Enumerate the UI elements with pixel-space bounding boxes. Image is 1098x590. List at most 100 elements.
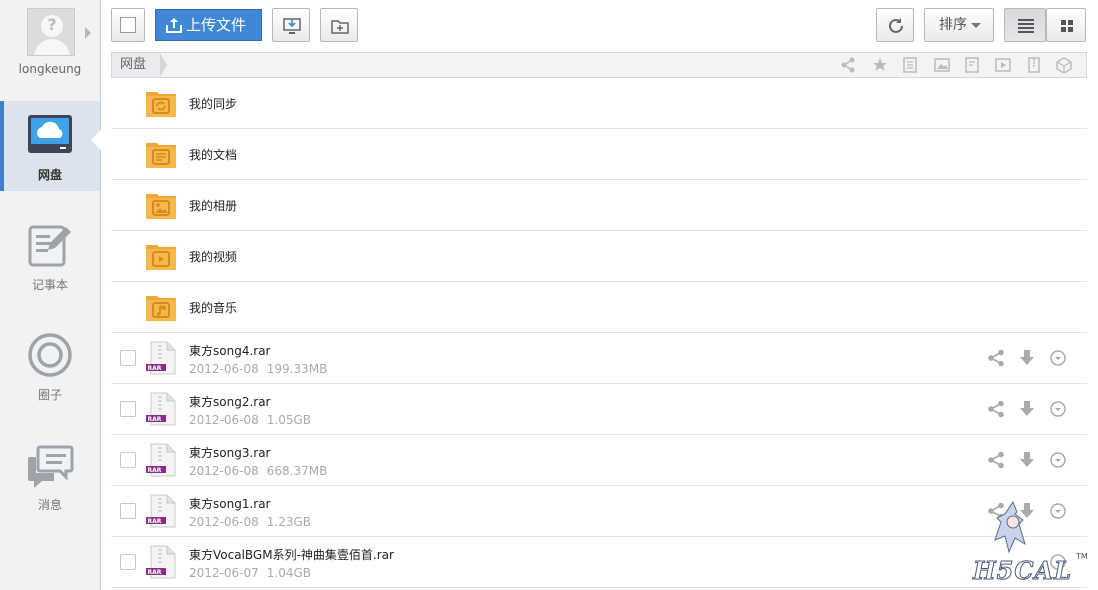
user-profile[interactable]: ? longkeung (0, 0, 100, 86)
file-date: 2012-06-08 (189, 362, 259, 376)
offline-download-button[interactable] (272, 8, 310, 42)
filter-icons (840, 57, 1080, 73)
sort-dropdown[interactable]: 排序 (924, 8, 994, 42)
checkbox-icon (120, 17, 136, 33)
file-checkbox[interactable] (120, 452, 136, 468)
notes-filter-icon[interactable] (964, 57, 980, 73)
folder-row[interactable]: 我的相册 (111, 180, 1087, 231)
share-icon[interactable] (987, 400, 1005, 418)
video-filter-icon[interactable] (995, 57, 1011, 73)
file-checkbox[interactable] (120, 554, 136, 570)
select-all-button[interactable] (111, 8, 145, 42)
toolbar: 上传文件 排序 (101, 0, 1098, 52)
refresh-button[interactable] (876, 8, 914, 42)
message-icon (28, 445, 74, 488)
file-name[interactable]: 東方song4.rar (189, 342, 271, 359)
circle-icon (28, 333, 72, 377)
file-size: 1.05GB (266, 413, 311, 427)
file-name[interactable]: 東方song2.rar (189, 393, 271, 410)
sidebar-item-drive[interactable]: 网盘 (0, 101, 101, 191)
file-row[interactable]: RAR 東方song1.rar 2012-06-08 1.23GB (111, 486, 1087, 537)
sidebar-item-notepad[interactable]: 记事本 (0, 211, 100, 301)
mascot-icon (994, 500, 1026, 554)
grid-view-button[interactable] (1046, 8, 1086, 42)
file-size: 1.04GB (266, 566, 311, 580)
folder-name[interactable]: 我的同步 (189, 95, 237, 112)
file-date: 2012-06-08 (189, 464, 259, 478)
upload-button[interactable]: 上传文件 (155, 9, 262, 41)
file-meta: 2012-06-08 199.33MB (189, 362, 327, 376)
file-row[interactable]: RAR 東方song2.rar 2012-06-08 1.05GB (111, 384, 1087, 435)
download-icon[interactable] (1018, 349, 1036, 367)
file-meta: 2012-06-07 1.04GB (189, 566, 311, 580)
svg-text:RAR: RAR (148, 365, 162, 372)
share-filter-icon[interactable] (840, 57, 856, 73)
watermark-text: H5CAL (973, 556, 1072, 586)
breadcrumb-root[interactable]: 网盘 (112, 53, 168, 77)
other-filter-icon[interactable] (1056, 57, 1072, 73)
file-actions (987, 451, 1067, 471)
file-row[interactable]: RAR 東方VocalBGM系列-神曲集壹佰首.rar 2012-06-07 1.… (111, 537, 1087, 588)
star-filter-icon[interactable] (872, 57, 888, 73)
file-meta: 2012-06-08 1.05GB (189, 413, 311, 427)
share-icon[interactable] (987, 451, 1005, 469)
folder-row[interactable]: 我的视频 (111, 231, 1087, 282)
file-name[interactable]: 東方song1.rar (189, 495, 271, 512)
watermark-logo: H5CAL TM (968, 500, 1093, 586)
rar-file-icon: RAR (146, 494, 176, 528)
folder-name[interactable]: 我的视频 (189, 248, 237, 265)
sidebar-item-circle[interactable]: 圈子 (0, 321, 100, 411)
file-size: 668.37MB (266, 464, 328, 478)
svg-text:RAR: RAR (148, 518, 162, 525)
share-icon[interactable] (987, 349, 1005, 367)
sidebar-item-label: 网盘 (37, 168, 62, 182)
sidebar-item-messages[interactable]: 消息 (0, 431, 100, 521)
chevron-right-icon[interactable] (85, 27, 91, 39)
folder-row[interactable]: 我的音乐 (111, 282, 1087, 333)
list-view-button[interactable] (1004, 8, 1046, 42)
file-date: 2012-06-07 (189, 566, 259, 580)
document-folder-icon (146, 143, 176, 168)
video-folder-icon (146, 245, 176, 270)
image-filter-icon[interactable] (934, 57, 950, 73)
download-icon[interactable] (1018, 451, 1036, 469)
folder-row[interactable]: 我的文档 (111, 129, 1087, 180)
download-to-pc-icon (283, 18, 301, 34)
svg-text:RAR: RAR (148, 467, 162, 474)
download-icon[interactable] (1018, 400, 1036, 418)
chevron-down-icon (971, 23, 981, 28)
folder-name[interactable]: 我的文档 (189, 146, 237, 163)
file-name[interactable]: 東方song3.rar (189, 444, 271, 461)
grid-view-icon (1061, 20, 1073, 32)
file-checkbox[interactable] (120, 401, 136, 417)
username: longkeung (18, 62, 82, 76)
sidebar-item-label: 消息 (37, 498, 62, 512)
new-folder-button[interactable] (320, 8, 358, 42)
more-options-icon[interactable] (1049, 349, 1067, 367)
file-date: 2012-06-08 (189, 515, 259, 529)
file-name[interactable]: 東方VocalBGM系列-神曲集壹佰首.rar (189, 546, 394, 563)
file-meta: 2012-06-08 1.23GB (189, 515, 311, 529)
notepad-icon (28, 225, 71, 267)
document-filter-icon[interactable] (902, 57, 918, 73)
file-row[interactable]: RAR 東方song4.rar 2012-06-08 199.33MB (111, 333, 1087, 384)
rar-file-icon: RAR (146, 443, 176, 477)
folder-name[interactable]: 我的音乐 (189, 299, 237, 316)
more-options-icon[interactable] (1049, 400, 1067, 418)
upload-icon (166, 18, 182, 33)
avatar[interactable]: ? (27, 8, 75, 56)
folder-name[interactable]: 我的相册 (189, 197, 237, 214)
file-checkbox[interactable] (120, 503, 136, 519)
file-row[interactable]: RAR 東方song3.rar 2012-06-08 668.37MB (111, 435, 1087, 486)
file-checkbox[interactable] (120, 350, 136, 366)
more-options-icon[interactable] (1049, 451, 1067, 469)
file-actions (987, 400, 1067, 420)
breadcrumb: 网盘 (111, 52, 1087, 78)
new-folder-icon (331, 20, 349, 34)
list-view-icon (1018, 19, 1034, 33)
rar-file-icon: RAR (146, 392, 176, 426)
folder-row[interactable]: 我的同步 (111, 78, 1087, 129)
sort-label: 排序 (939, 17, 967, 33)
refresh-icon (889, 18, 903, 33)
archive-filter-icon[interactable] (1026, 57, 1042, 73)
